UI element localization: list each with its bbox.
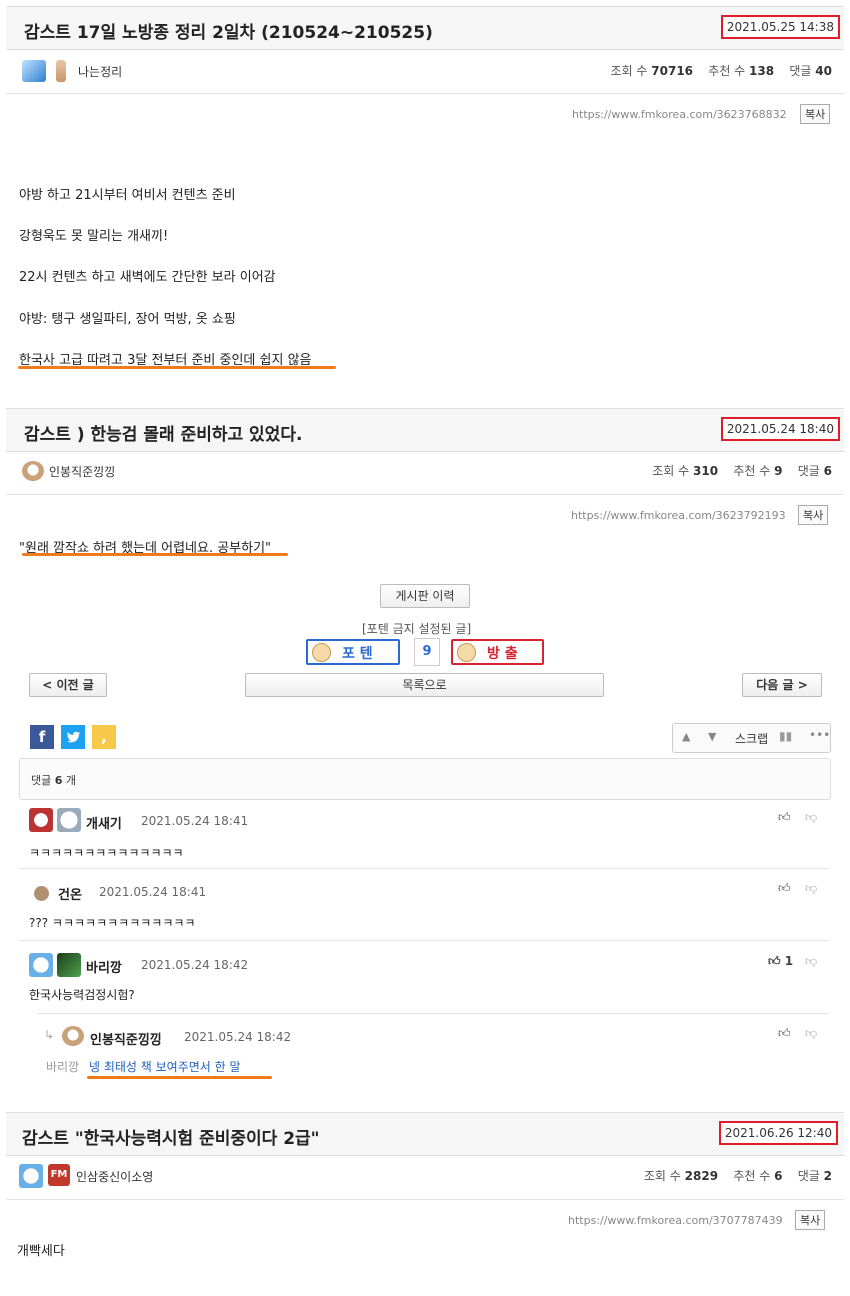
comment4-nick[interactable]: 인봉직준낑낑: [90, 1029, 162, 1048]
arrow-up-icon[interactable]: ▲: [682, 730, 690, 743]
list-button[interactable]: 목록으로: [245, 673, 604, 697]
thumbs-up-icon[interactable]: 👍︎: [778, 810, 791, 825]
reply-arrow-icon: ↳: [44, 1028, 55, 1042]
comment3-nick[interactable]: 바리깡: [86, 957, 122, 976]
vote-count: 9: [414, 638, 440, 666]
thumbs-down-icon[interactable]: 👎︎: [805, 954, 817, 969]
comment2-text: ??? ㅋㅋㅋㅋㅋㅋㅋㅋㅋㅋㅋㅋㅋ: [29, 916, 196, 930]
post1-url[interactable]: https://www.fmkorea.com/3623768832: [572, 108, 787, 121]
post2-stats: 조회 수 310 추천 수 9 댓글 6: [652, 464, 832, 478]
post3-body: 개빡세다: [17, 1244, 65, 1259]
next-post-button[interactable]: 다음 글 >: [742, 673, 822, 697]
poten-button[interactable]: 포 텐: [306, 639, 400, 665]
post1-copy-button[interactable]: 복사: [800, 104, 831, 124]
chart-icon[interactable]: ▮▮: [779, 729, 792, 743]
thumbs-down-icon[interactable]: 👎︎: [805, 881, 817, 896]
post1-line-1: 야방 하고 21시부터 여비서 컨텐츠 준비: [19, 188, 236, 203]
poten-notice: [포텐 금지 설정된 글]: [362, 622, 472, 636]
post2-date: 2021.05.24 18:40: [720, 417, 840, 441]
post2-author-avatar: [22, 461, 44, 481]
scrap-button[interactable]: 스크랩: [735, 730, 768, 747]
comment4-date: 2021.05.24 18:42: [184, 1030, 292, 1044]
post1-line-3: 22시 컨텐츠 하고 새벽에도 간단한 보라 이어감: [19, 270, 276, 285]
post2-quote-underline: [22, 553, 288, 556]
post-tools-bar: ▲ ▼ 스크랩 ▮▮ •••: [672, 723, 831, 753]
post2-author-name[interactable]: 인봉직준낑낑: [49, 463, 115, 480]
comment3-divider: [37, 1013, 829, 1014]
comment2-divider: [19, 940, 829, 941]
comment3-level-icon: [29, 953, 53, 977]
comment3-text: 한국사능력검정시험?: [29, 988, 135, 1002]
post3-title[interactable]: 감스트 "한국사능력시험 준비중이다 2급": [22, 1124, 320, 1149]
comment1-nick[interactable]: 개새기: [86, 813, 122, 832]
thumbs-up-icon[interactable]: 👍︎: [778, 1026, 791, 1041]
kakao-icon[interactable]: ,: [92, 725, 116, 749]
comment-count-box: 댓글 6 개: [19, 758, 831, 800]
bangchul-label: 방 출: [487, 646, 518, 662]
more-icon[interactable]: •••: [809, 728, 830, 742]
comment2-avatar: [34, 886, 49, 901]
bangchul-face-icon: [457, 643, 476, 662]
post3-meta-divider: [6, 1199, 844, 1200]
post1-date: 2021.05.25 14:38: [720, 15, 840, 39]
comment1-text: ㅋㅋㅋㅋㅋㅋㅋㅋㅋㅋㅋㅋㅋㅋ: [29, 846, 184, 860]
post1-stats: 조회 수 70716 추천 수 138 댓글 40: [610, 64, 833, 78]
post1-line-4: 야방: 탱구 생일파티, 장어 먹방, 옷 쇼핑: [19, 312, 236, 327]
post3-url[interactable]: https://www.fmkorea.com/3707787439: [568, 1214, 783, 1227]
post1-highlight-underline: [18, 366, 336, 369]
post3-fm-icon: FM: [48, 1164, 70, 1186]
bangchul-button[interactable]: 방 출: [451, 639, 544, 665]
comment4-avatar: [62, 1026, 84, 1046]
arrow-down-icon[interactable]: ▼: [708, 730, 716, 743]
post3-date: 2021.06.26 12:40: [718, 1121, 838, 1145]
post1-author-avatar: [56, 60, 66, 82]
comment3-date: 2021.05.24 18:42: [141, 958, 249, 972]
comment1-divider: [19, 868, 829, 869]
comment-count-text: 댓글 6 개: [31, 774, 77, 787]
board-history-button[interactable]: 게시판 이력: [380, 584, 470, 608]
post3-author-name[interactable]: 인삼중신이소영: [76, 1168, 153, 1185]
comment1-date: 2021.05.24 18:41: [141, 814, 249, 828]
twitter-icon[interactable]: [61, 725, 85, 749]
post1-line-2: 강형욱도 못 말리는 개새끼!: [19, 229, 169, 244]
post1-author-level-icon: [22, 60, 46, 82]
post2-header: 감스트 ) 한능검 몰래 준비하고 있었다. 2021.05.24 18:40: [6, 408, 844, 452]
prev-post-button[interactable]: < 이전 글: [29, 673, 107, 697]
post3-level-icon: [19, 1164, 43, 1188]
post3-copy-button[interactable]: 복사: [795, 1210, 826, 1230]
poten-face-icon: [312, 643, 331, 662]
post1-header: 감스트 17일 노방종 정리 2일차 (210524~210525) 2021.…: [6, 6, 844, 50]
post2-title[interactable]: 감스트 ) 한능검 몰래 준비하고 있었다.: [24, 420, 302, 445]
comment2-date: 2021.05.24 18:41: [99, 885, 207, 899]
post1-author-name[interactable]: 나는정리: [78, 63, 122, 80]
thumbs-down-icon[interactable]: 👎︎: [805, 810, 817, 825]
post3-header: 감스트 "한국사능력시험 준비중이다 2급" 2021.06.26 12:40: [6, 1112, 844, 1156]
post2-url[interactable]: https://www.fmkorea.com/3623792193: [571, 509, 786, 522]
post1-meta-divider: [6, 93, 844, 94]
comment3-like-count: 1: [784, 954, 794, 968]
thumbs-down-icon[interactable]: 👎︎: [805, 1026, 817, 1041]
thumbs-up-icon[interactable]: 👍︎ 1: [768, 954, 793, 969]
post1-title[interactable]: 감스트 17일 노방종 정리 2일차 (210524~210525): [24, 18, 433, 43]
post2-meta-divider: [6, 494, 844, 495]
comment1-avatar: [57, 808, 81, 832]
comment4-underline: [87, 1076, 272, 1079]
comment4-text: 넹 최태성 책 보여주면서 한 말: [89, 1060, 241, 1074]
comment1-level-icon: [29, 808, 53, 832]
comment3-avatar: [57, 953, 81, 977]
comment4-reply-to[interactable]: 바리깡: [46, 1058, 79, 1075]
post2-copy-button[interactable]: 복사: [798, 505, 829, 525]
poten-label: 포 텐: [342, 646, 373, 662]
post3-stats: 조회 수 2829 추천 수 6 댓글 2: [643, 1169, 832, 1183]
comment2-nick[interactable]: 건온: [58, 884, 82, 903]
facebook-icon[interactable]: f: [30, 725, 54, 749]
thumbs-up-icon[interactable]: 👍︎: [778, 881, 791, 896]
